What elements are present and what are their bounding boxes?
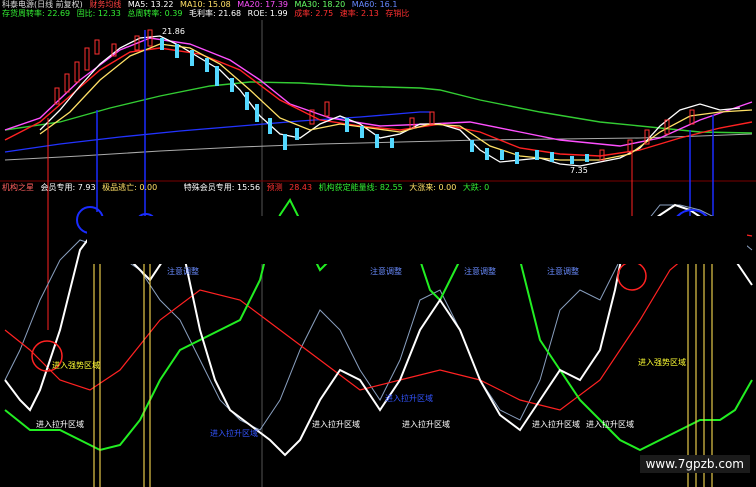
high-price-label: 21.86 [162, 27, 185, 36]
caution-label-2: 注意调整 [370, 267, 402, 276]
warn-label: 预测 [266, 183, 283, 192]
pullup-zone-label-1: 进入拉升区域 [312, 420, 360, 429]
watermark: www.7gpzb.com [639, 455, 750, 473]
caution-label-1: 注意调整 [167, 267, 199, 276]
low-price-label: 7.35 [570, 166, 588, 175]
institution-volume-value: 机构获定能量线: 82.55 [318, 183, 403, 192]
blue-zone-label-2: 进入拉升区域 [385, 394, 433, 403]
pullup-zone-label-bottom: 进入拉升区域 [36, 420, 84, 429]
big-rise-value: 大涨来: 0.00 [409, 183, 457, 192]
blue-zone-label-1: 进入拉升区域 [210, 429, 258, 438]
special-member-value: 特殊会员专用: 15:56 [183, 183, 261, 192]
caution-label-4: 注意调整 [547, 267, 579, 276]
member-only-value: 会员专用: 7.93 [40, 183, 96, 192]
pullup-zone-label-3: 进入拉升区域 [532, 420, 580, 429]
pullup-zone-label-2: 进入拉升区域 [402, 420, 450, 429]
ma60-line [4, 111, 430, 153]
stock-chart-window: 科泰电源(日线 前复权) 财务均线 MA5: 13.22 MA10: 15.08… [0, 0, 756, 487]
pullup-zone-label-right: 进入拉升区域 [586, 420, 634, 429]
big-fall-value: 大跌: 0 [462, 183, 490, 192]
warn-value: 28.43 [289, 183, 313, 192]
bottom-escape-value: 极品逃亡: 0.00 [102, 183, 158, 192]
indicator-header: 机构之星 会员专用: 7.93 极品逃亡: 0.00 特殊会员专用: 15:56… [2, 183, 493, 193]
indicator-title[interactable]: 机构之星 [2, 183, 34, 192]
red-circle-right [617, 261, 647, 291]
covered-area [87, 216, 747, 264]
caution-label-3: 注意调整 [464, 267, 496, 276]
ma20-line [4, 37, 753, 147]
strong-zone-label-right: 进入强势区域 [638, 358, 686, 367]
strong-zone-label-left: 进入强势区域 [52, 361, 100, 370]
